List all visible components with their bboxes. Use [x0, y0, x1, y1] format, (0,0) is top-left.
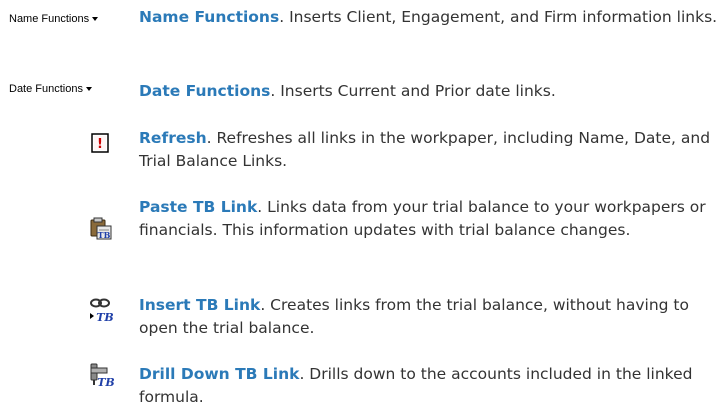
entry-term: Name Functions	[139, 8, 280, 26]
entry-description: Date Functions. Inserts Current and Prio…	[139, 80, 725, 103]
entry-description: Drill Down TB Link. Drills down to the a…	[139, 363, 725, 409]
tb-tag-glyph: TB	[98, 230, 111, 240]
tb-tag-glyph: TB	[97, 376, 114, 388]
chevron-down-icon	[85, 87, 92, 92]
refresh-glyph: !	[97, 137, 103, 152]
entry-text: Inserts Client, Engagement, and Firm inf…	[284, 8, 718, 26]
date-functions-dropdown[interactable]: Date Functions	[9, 83, 92, 95]
entry-description: Insert TB Link. Creates links from the t…	[139, 294, 725, 340]
insert-tb-link-icon[interactable]: TB	[89, 297, 115, 324]
entry-description: Name Functions. Inserts Client, Engageme…	[139, 6, 725, 29]
paste-tb-link-icon[interactable]: TB	[89, 217, 113, 241]
entry-description: Paste TB Link. Links data from your tria…	[139, 196, 725, 242]
entry-term: Drill Down TB Link	[139, 365, 300, 383]
entry-text: Refreshes all links in the workpaper, in…	[139, 129, 711, 170]
entry-term: Paste TB Link	[139, 198, 258, 216]
date-functions-dropdown-label: Date Functions	[9, 83, 83, 95]
tb-tag-glyph: TB	[96, 311, 113, 323]
entry-description: Refresh. Refreshes all links in the work…	[139, 127, 725, 173]
entry-term: Insert TB Link	[139, 296, 261, 314]
entry-text: Inserts Current and Prior date links.	[275, 82, 556, 100]
chevron-down-icon	[92, 17, 99, 22]
name-functions-dropdown-label: Name Functions	[9, 13, 90, 25]
drill-down-tb-link-icon[interactable]: TB	[89, 362, 115, 389]
refresh-icon[interactable]: !	[91, 133, 109, 153]
entry-term: Date Functions	[139, 82, 271, 100]
name-functions-dropdown[interactable]: Name Functions	[9, 13, 99, 25]
entry-term: Refresh	[139, 129, 207, 147]
